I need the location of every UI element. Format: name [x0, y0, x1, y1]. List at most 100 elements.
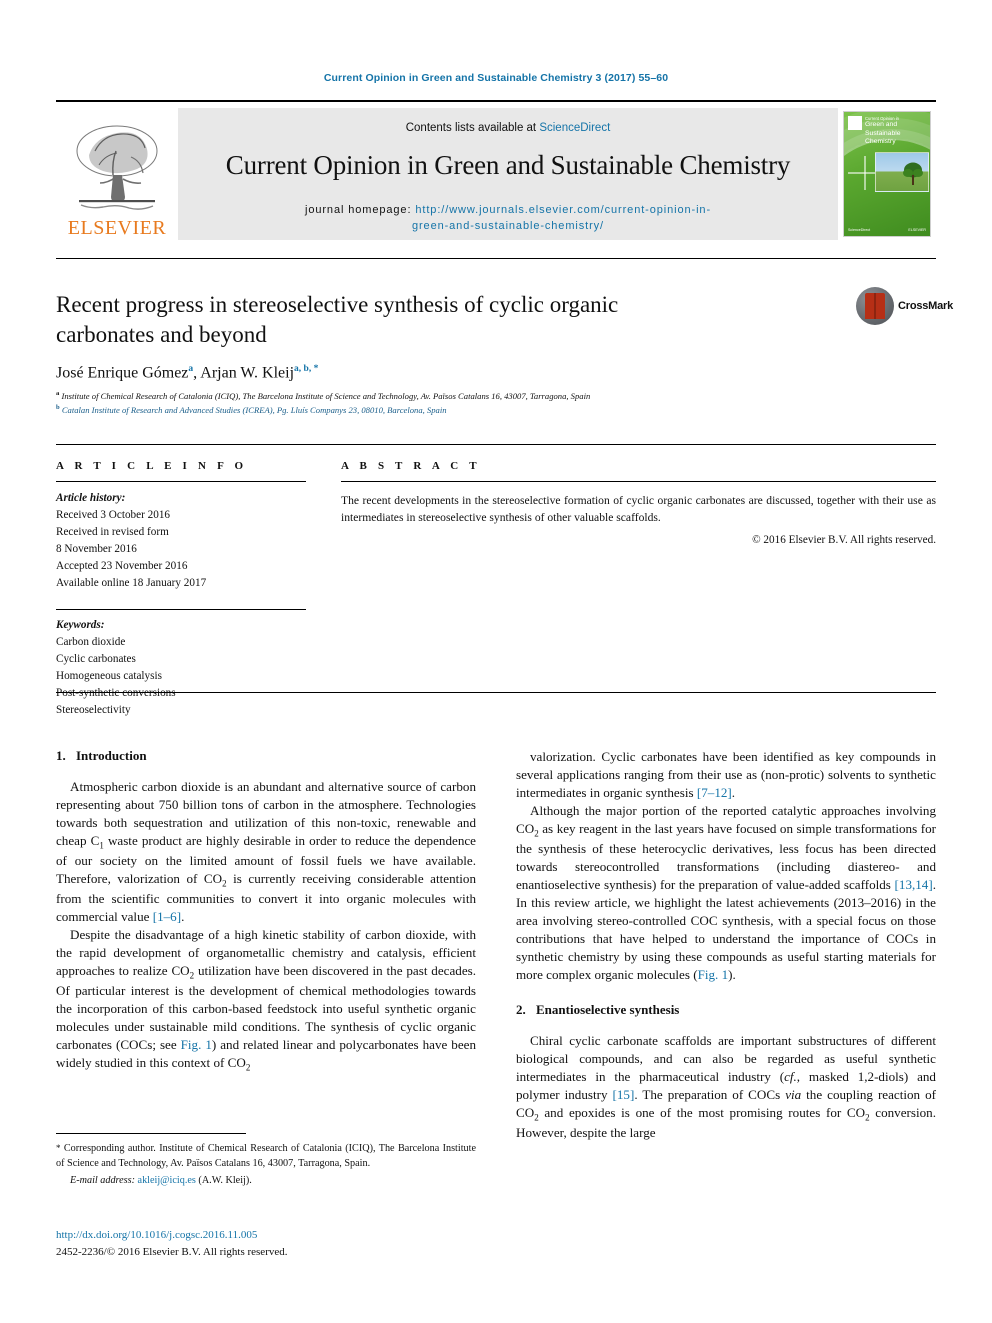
- article-page: Current Opinion in Green and Sustainable…: [0, 0, 992, 1323]
- citation-1-6[interactable]: [1–6]: [153, 909, 181, 924]
- figure-link-2[interactable]: Fig. 1: [698, 967, 729, 982]
- email-line: E-mail address: akleij@iciq.es (A.W. Kle…: [56, 1174, 476, 1189]
- section-number-2: 2.: [516, 1001, 526, 1017]
- keywords-label: Keywords:: [56, 619, 105, 632]
- crossmark-icon: [856, 287, 894, 325]
- affiliation-a-text: Institute of Chemical Research of Catalo…: [61, 390, 591, 401]
- rp3-part-c: . The preparation of COCs: [634, 1086, 786, 1102]
- keyword-item: Homogeneous catalysis: [56, 670, 162, 683]
- issn-copyright-line: 2452-2236/© 2016 Elsevier B.V. All right…: [56, 1245, 288, 1258]
- author-2-name: Arjan W. Kleij: [200, 364, 295, 382]
- abstract-heading: A B S T R A C T: [341, 460, 481, 472]
- article-info-heading: A R T I C L E I N F O: [56, 460, 248, 472]
- abstract-copyright: © 2016 Elsevier B.V. All rights reserved…: [752, 533, 936, 546]
- doi-block: http://dx.doi.org/10.1016/j.cogsc.2016.1…: [56, 1227, 476, 1260]
- keyword-item: Stereoselectivity: [56, 704, 131, 717]
- history-item: 8 November 2016: [56, 543, 137, 556]
- cover-footer: ScienceDirect ELSEVIER: [848, 228, 926, 232]
- history-item: Available online 18 January 2017: [56, 577, 207, 590]
- citation-13-14[interactable]: [13,14]: [895, 877, 933, 892]
- cover-footer-left: ScienceDirect: [848, 228, 871, 232]
- email-label: E-mail address:: [70, 1174, 135, 1186]
- contents-available-line: Contents lists available at ScienceDirec…: [406, 122, 611, 134]
- page-title: Recent progress in stereoselective synth…: [56, 292, 619, 347]
- keywords-divider: [56, 609, 306, 611]
- section-heading-introduction: 1. Introduction: [56, 748, 476, 764]
- info-top-divider: [56, 444, 936, 445]
- article-info-divider: [56, 481, 306, 482]
- journal-band: Contents lists available at ScienceDirec…: [178, 108, 838, 240]
- keyword-item: Carbon dioxide: [56, 636, 126, 649]
- p1-end: .: [181, 908, 185, 924]
- email-suffix: (A.W. Kleij).: [195, 1174, 252, 1186]
- journal-masthead: ELSEVIER Contents lists available at Sci…: [56, 100, 936, 242]
- homepage-url-line2[interactable]: green-and-sustainable-chemistry/: [412, 220, 604, 232]
- author-list: José Enrique Gómeza, Arjan W. Kleija, b,…: [56, 364, 756, 382]
- section-heading-enantioselective: 2. Enantioselective synthesis: [516, 1002, 936, 1018]
- cover-line1: Green and: [865, 121, 898, 129]
- email-address-link[interactable]: akleij@iciq.es: [138, 1175, 196, 1186]
- section-title-2: Enantioselective synthesis: [536, 1001, 680, 1017]
- contents-prefix: Contents lists available at: [405, 122, 540, 134]
- journal-cover-image: Current Opinion in Green and Sustainable…: [843, 111, 931, 237]
- figure-link-1[interactable]: Fig. 1: [181, 1037, 212, 1052]
- affiliations: a Institute of Chemical Research of Cata…: [56, 389, 816, 417]
- affiliation-b-text: Catalan Institute of Research and Advanc…: [61, 404, 447, 415]
- abstract-text: The recent developments in the stereosel…: [341, 494, 936, 525]
- journal-cover-thumbnail: Current Opinion in Green and Sustainable…: [838, 108, 936, 240]
- crossmark-label: CrossMark: [898, 300, 954, 312]
- keyword-item: Post-synthetic conversions: [56, 687, 176, 700]
- body-top-divider: [56, 692, 936, 693]
- article-history: Article history: Received 3 October 2016…: [56, 490, 306, 592]
- author-1-name: José Enrique Gómez: [56, 364, 189, 382]
- article-history-label: Article history:: [56, 492, 126, 504]
- history-item: Received 3 October 2016: [56, 509, 171, 522]
- cover-photo: [875, 152, 929, 192]
- affiliation-b: b Catalan Institute of Research and Adva…: [56, 403, 816, 417]
- elsevier-wordmark: ELSEVIER: [67, 217, 167, 239]
- citation-7-12[interactable]: [7–12]: [697, 785, 732, 800]
- rp2-end: ).: [728, 966, 736, 982]
- paragraph-intro-2: Despite the disadvantage of a high kinet…: [56, 926, 476, 1074]
- citation-15[interactable]: [15]: [613, 1087, 635, 1102]
- article-info-column: A R T I C L E I N F O Article history: R…: [56, 460, 306, 719]
- abstract-column: A B S T R A C T The recent developments …: [341, 460, 936, 546]
- footnote-block: * Corresponding author. Institute of Che…: [56, 1142, 476, 1189]
- rp1-end: .: [731, 785, 736, 800]
- section-number: 1.: [56, 748, 66, 763]
- homepage-label: journal homepage:: [304, 204, 412, 216]
- cover-title-text: Current Opinion in Green and Sustainable…: [865, 116, 926, 146]
- affiliation-a: a Institute of Chemical Research of Cata…: [56, 389, 816, 403]
- doi-link[interactable]: http://dx.doi.org/10.1016/j.cogsc.2016.1…: [56, 1227, 476, 1244]
- body-column-left: 1. Introduction Atmospheric carbon dioxid…: [56, 748, 476, 1074]
- rp3-cf: cf.: [784, 1068, 797, 1084]
- cover-footer-right: ELSEVIER: [908, 228, 926, 232]
- rp3-via: via: [785, 1086, 802, 1102]
- footnote-divider: [56, 1133, 246, 1134]
- homepage-url-line1[interactable]: http://www.journals.elsevier.com/current…: [415, 204, 711, 216]
- rp3-part-e: and epoxides is one of the most promisin…: [538, 1104, 866, 1120]
- crossmark-badge[interactable]: CrossMark: [856, 286, 953, 326]
- p2-sub-2: 2: [245, 1062, 251, 1073]
- history-item: Accepted 23 November 2016: [56, 560, 188, 573]
- elsevier-logo: ELSEVIER: [56, 108, 178, 240]
- running-head: Current Opinion in Green and Sustainable…: [323, 72, 669, 84]
- crossmark-book-icon: [865, 293, 885, 319]
- rp2-part-b: as key reagent in the last years have fo…: [516, 821, 936, 892]
- cover-tree-icon: [903, 162, 923, 185]
- affiliation-a-mark: a: [56, 390, 60, 397]
- affiliation-b-mark: b: [56, 403, 60, 411]
- author-2-affiliation-mark[interactable]: a, b, *: [294, 364, 318, 374]
- journal-homepage: journal homepage: http://www.journals.el…: [305, 203, 711, 235]
- sciencedirect-link[interactable]: ScienceDirect: [539, 122, 610, 134]
- paragraph-right-2: Although the major portion of the report…: [516, 802, 936, 984]
- cover-badge-icon: [848, 116, 862, 130]
- paragraph-right-3: Chiral cyclic carbonate scaffolds are im…: [516, 1032, 936, 1142]
- corresponding-author-note: Corresponding author. Institute of Chemi…: [56, 1143, 476, 1169]
- section-title: Introduction: [76, 748, 147, 763]
- elsevier-tree-icon: [76, 125, 158, 210]
- cover-header: Current Opinion in Green and Sustainable…: [844, 112, 930, 146]
- abstract-divider: [341, 481, 936, 482]
- keywords-block: Keywords: Carbon dioxide Cyclic carbonat…: [56, 617, 306, 719]
- journal-title: Current Opinion in Green and Sustainable…: [225, 150, 791, 180]
